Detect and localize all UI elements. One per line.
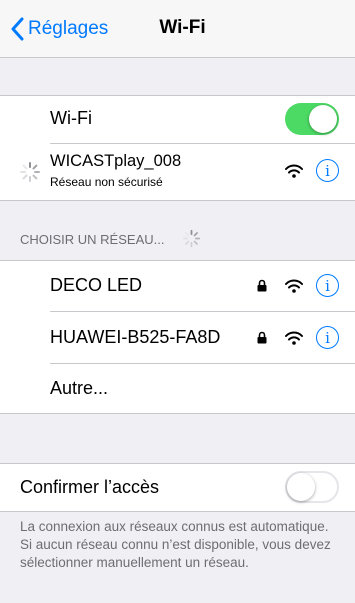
wifi-toggle-row: Wi-Fi: [0, 95, 355, 143]
other-network-row[interactable]: Autre...: [0, 364, 355, 413]
ask-to-join-group: Confirmer l’accès: [0, 463, 355, 512]
network-name: HUAWEI-B525-FA8D: [50, 327, 221, 347]
lock-icon: [257, 279, 267, 292]
lock-icon: [257, 331, 267, 344]
wifi-icon: [285, 331, 303, 345]
ask-to-join-toggle[interactable]: [285, 471, 339, 503]
activity-spinner-icon: [182, 229, 201, 248]
info-icon[interactable]: i: [316, 159, 339, 182]
other-network-label: Autre...: [50, 378, 109, 398]
network-name: DECO LED: [50, 275, 143, 295]
wifi-icon: [285, 279, 303, 293]
toggle-knob: [287, 473, 315, 501]
info-icon[interactable]: i: [316, 326, 339, 349]
activity-spinner-icon: [20, 162, 40, 182]
navigation-bar: Réglages Wi-Fi: [0, 0, 355, 58]
ask-to-join-footer: La connexion aux réseaux connus est auto…: [20, 519, 331, 570]
choose-network-header: CHOISIR UN RÉSEAU...: [20, 232, 165, 247]
ask-to-join-row: Confirmer l’accès: [0, 463, 355, 511]
wifi-group: Wi-Fi WICASTplay_008 Réseau non sécurisé: [0, 95, 355, 201]
network-row[interactable]: HUAWEI-B525-FA8D i: [0, 312, 355, 363]
current-network-status: Réseau non sécurisé: [50, 175, 163, 189]
toggle-knob: [309, 105, 337, 133]
ask-to-join-label: Confirmer l’accès: [20, 477, 160, 497]
current-network-row[interactable]: WICASTplay_008 Réseau non sécurisé i: [0, 144, 355, 200]
page-title: Wi-Fi: [159, 17, 206, 38]
network-list: DECO LED i HUAWEI-B525-FA8D i Autre...: [0, 260, 355, 414]
wifi-label: Wi-Fi: [50, 108, 92, 128]
info-icon[interactable]: i: [316, 274, 339, 297]
network-row[interactable]: DECO LED i: [0, 260, 355, 311]
wifi-toggle[interactable]: [285, 103, 339, 135]
current-network-name: WICASTplay_008: [50, 152, 182, 170]
wifi-icon: [285, 164, 303, 178]
